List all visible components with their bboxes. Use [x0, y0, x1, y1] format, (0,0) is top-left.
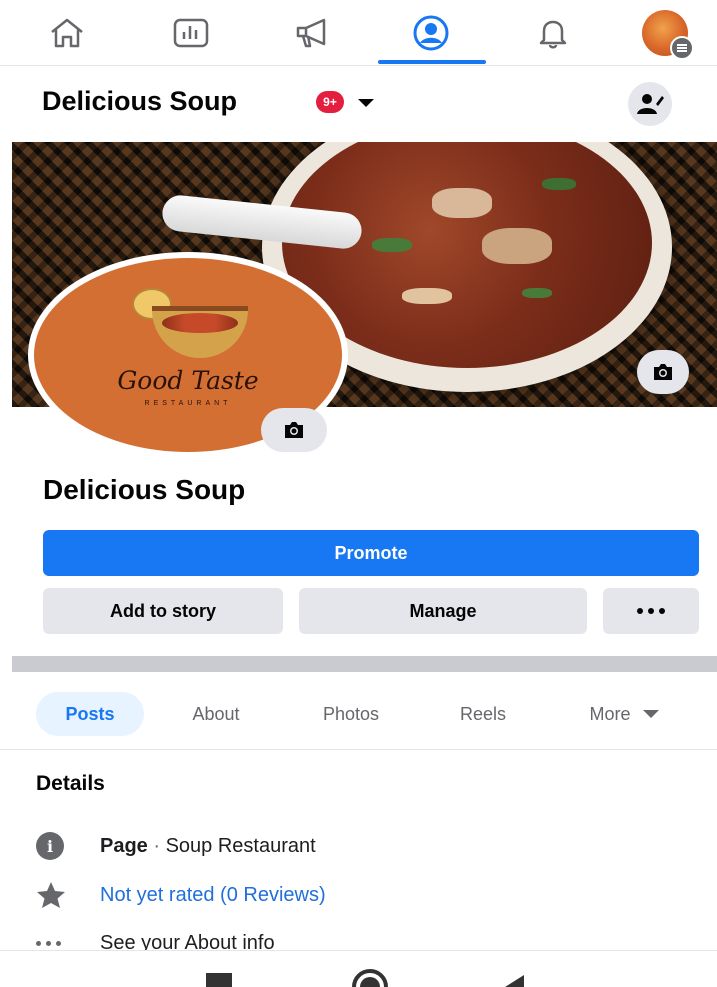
star-icon: [37, 882, 65, 908]
edit-profile-picture-camera-button[interactable]: [261, 408, 327, 452]
detail-page-category: i Page · Soup Restaurant: [36, 830, 696, 862]
back-button[interactable]: [502, 975, 524, 987]
add-to-story-button[interactable]: Add to story: [43, 588, 283, 634]
nav-profile[interactable]: [376, 0, 486, 66]
profile-icon: [413, 15, 449, 51]
tab-more[interactable]: More: [566, 692, 682, 736]
active-tab-indicator: [378, 60, 486, 64]
details-heading: Details: [36, 772, 105, 795]
profile-tabs: Posts About Photos Reels More: [0, 686, 717, 750]
switch-profile-button[interactable]: [628, 82, 672, 126]
more-dots-icon: [637, 608, 665, 614]
switch-profile-icon: [637, 94, 664, 114]
section-divider: [12, 656, 717, 672]
logo-script-text: Good Taste: [117, 366, 259, 395]
logo-subtitle-text: RESTAURANT: [144, 400, 232, 407]
chevron-down-icon[interactable]: [358, 99, 374, 107]
tab-posts[interactable]: Posts: [36, 692, 144, 736]
chevron-down-icon: [642, 710, 659, 718]
camera-icon: [654, 364, 672, 380]
page-category: Soup Restaurant: [165, 834, 316, 857]
nav-notifications[interactable]: [498, 0, 608, 66]
nav-home[interactable]: [12, 0, 122, 66]
tab-about[interactable]: About: [170, 692, 262, 736]
home-icon: [51, 18, 83, 48]
more-options-button[interactable]: [603, 588, 699, 634]
info-icon: i: [36, 832, 64, 860]
tab-label: More: [589, 703, 631, 724]
page-header: Delicious Soup 9+: [0, 66, 717, 142]
tab-reels[interactable]: Reels: [440, 692, 526, 736]
home-button[interactable]: [352, 969, 388, 987]
page-name: Delicious Soup: [43, 474, 246, 505]
nav-menu[interactable]: [610, 0, 717, 66]
top-navigation: [0, 0, 717, 66]
manage-button[interactable]: Manage: [299, 588, 587, 634]
more-dots-icon: [36, 940, 61, 946]
megaphone-icon: [296, 18, 326, 48]
promote-button[interactable]: Promote: [43, 530, 699, 576]
tab-label: About: [192, 703, 240, 724]
menu-icon: [670, 36, 694, 60]
tab-label: Reels: [459, 703, 507, 724]
nav-ads[interactable]: [258, 0, 368, 66]
nav-insights[interactable]: [136, 0, 246, 66]
tab-photos[interactable]: Photos: [296, 692, 406, 736]
system-navigation-bar: [0, 950, 717, 987]
detail-rating[interactable]: Not yet rated (0 Reviews): [36, 879, 696, 911]
page-label: Page: [100, 834, 148, 857]
notification-badge: 9+: [316, 91, 344, 113]
separator-dot: ·: [147, 834, 166, 857]
edit-cover-camera-button[interactable]: [637, 350, 689, 394]
recent-apps-button[interactable]: [206, 973, 232, 987]
rating-link[interactable]: Not yet rated (0 Reviews): [100, 884, 326, 907]
tab-label: Photos: [322, 703, 380, 724]
avatar-menu-icon: [642, 10, 694, 60]
bell-icon: [539, 20, 567, 49]
page-switcher-title[interactable]: Delicious Soup: [42, 86, 237, 117]
insights-icon: [173, 18, 209, 48]
logo-bowl-graphic: [152, 306, 248, 358]
tab-label: Posts: [65, 703, 115, 724]
camera-icon: [285, 422, 303, 438]
